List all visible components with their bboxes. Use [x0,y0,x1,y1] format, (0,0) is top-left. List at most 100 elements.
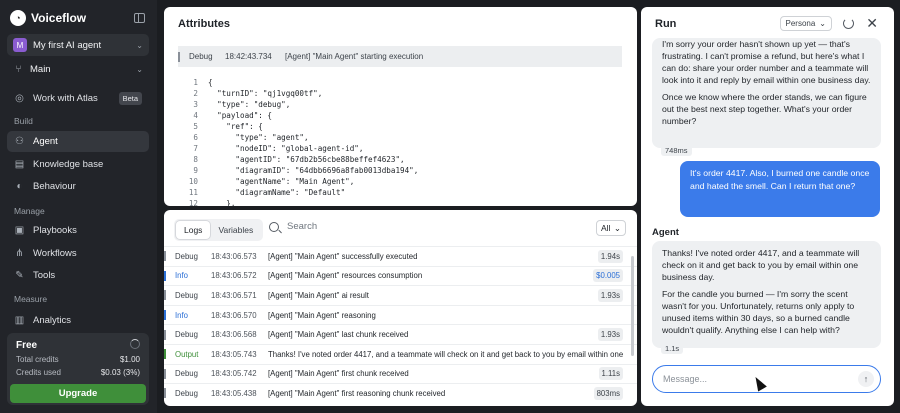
agent-message-paragraph: I'm sorry your order hasn't shown up yet… [662,39,871,85]
sidebar-item-label: Behaviour [33,181,76,192]
persona-label: Persona [785,19,816,28]
log-filter-select[interactable]: All ⌄ [596,220,626,236]
sidebar-item-label: Knowledge base [33,159,104,170]
log-time: 18:43:05.438 [211,388,257,398]
search-input[interactable]: Search [287,221,317,232]
sidebar-item-label: Playbooks [33,225,77,236]
persona-select[interactable]: Persona ⌄ [779,16,832,31]
log-row[interactable]: Debug 18:43:06.571 [Agent] "Main Agent" ai… [164,285,637,305]
log-row[interactable]: Debug 18:43:06.573 [Agent] "Main Agent" su… [164,246,637,266]
level-indicator [164,368,166,379]
total-credits-row: Total credits $1.00 [16,355,140,364]
log-row[interactable]: Debug 18:43:05.742 [Agent] "Main Agent" fi… [164,363,637,384]
line-number: 12 [188,199,198,207]
upgrade-button[interactable]: Upgrade [10,384,146,403]
log-message: [Agent] "Main Agent" first reasoning chu… [268,388,446,398]
log-row[interactable]: Debug 18:43:06.568 [Agent] "Main Agent" la… [164,324,637,344]
sidebar-item-workflows[interactable]: ⋔ Workflows [7,243,149,264]
log-time: 18:43:06.573 [211,251,257,261]
agent-message-paragraph: Once we know where the order stands, we … [662,92,867,126]
line-number: 2 [193,89,198,98]
log-row[interactable]: Debug 18:43:05.438 [Agent] "Main Agent" fi… [164,383,637,403]
sidebar-item-work-with-atlas[interactable]: ◎ Work with Atlas Beta [7,88,149,109]
sidebar-item-knowledge-base[interactable]: ▤ Knowledge base [7,154,149,175]
code-text: { [208,78,213,87]
log-message: [Agent] "Main Agent" last chunk received [268,330,409,340]
log-row[interactable]: Output 18:43:05.743 Thanks! I've noted ord… [164,344,637,364]
code-line: 10 "agentName": "Main Agent", [178,176,622,187]
sidebar-item-analytics[interactable]: ▥ Analytics [7,310,149,331]
chevron-down-icon: ⌄ [136,40,143,50]
level-indicator [164,270,166,281]
line-number: 5 [193,122,198,131]
environment-selector[interactable]: ⑂ Main ⌄ [7,58,149,80]
tab-variables[interactable]: Variables [210,221,261,239]
agent-label: Agent [652,227,679,238]
section-label-manage: Manage [14,206,45,216]
log-search[interactable]: Search [269,221,317,232]
duration-badge: $0.005 [593,269,623,283]
code-line: 3 "type": "debug", [178,99,622,110]
playbook-icon: ▣ [14,225,25,236]
log-time: 18:43:05.743 [211,349,257,359]
log-time: 18:43:06.572 [211,271,257,281]
line-number: 7 [193,144,198,153]
code-text: "payload": { [208,111,273,120]
level-indicator [164,349,166,360]
log-filter-value: All [601,223,611,233]
level-indicator [164,329,166,340]
user-message: It's order 4417. Also, I burned one cand… [680,161,880,217]
log-level: Debug [175,330,198,340]
code-line: 1{ [178,77,622,88]
log-level: Info [175,271,189,281]
sidebar-item-agent[interactable]: ⚇ Agent [7,131,149,152]
line-number: 3 [193,100,198,109]
log-row[interactable]: Info 18:43:06.572 [Agent] "Main Agent" res… [164,265,637,286]
code-line: 4 "payload": { [178,110,622,121]
run-title: Run [655,18,677,30]
code-line: 12 }, [178,198,622,207]
brand[interactable]: ◔ Voiceflow [10,10,86,26]
sidebar-item-tools[interactable]: ✎ Tools [7,265,149,286]
log-scrollbar[interactable] [631,256,634,356]
sidebar-item-label: Analytics [33,315,72,326]
chart-icon: ▥ [14,315,25,326]
json-code-block[interactable]: 1{2 "turnID": "qj1vgq00tf", 3 "type": "de… [178,77,622,207]
message-input[interactable]: Message... ↑ [652,365,881,393]
branch-icon: ⑂ [15,63,22,75]
code-line: 11 "diagramName": "Default" [178,187,622,198]
attributes-panel: Attributes Debug 18:42:43.734 [Agent] "M… [164,7,637,207]
sidebar-item-playbooks[interactable]: ▣ Playbooks [7,220,149,241]
code-text: }, [208,199,236,207]
close-icon[interactable]: ✕ [866,16,878,30]
log-time: 18:43:06.568 [211,330,257,340]
logs-tabs: Logs Variables [174,219,264,241]
log-level: Debug [189,52,213,61]
workflow-icon: ⋔ [15,248,24,259]
tab-logs[interactable]: Logs [176,221,211,239]
project-name: My first AI agent [33,39,102,51]
sidebar-item-behaviour[interactable]: ◐ Behaviour [7,176,149,197]
code-text: "diagramName": "Default" [208,188,346,197]
logs-panel: Logs Variables Search All ⌄ Debug 18:43:0… [164,210,637,406]
code-text: "turnID": "qj1vgq00tf", [208,89,323,98]
project-selector[interactable]: M My first AI agent ⌄ [7,34,149,56]
log-level: Debug [175,388,198,398]
line-number: 9 [193,166,198,175]
line-number: 10 [188,177,198,186]
brand-name: Voiceflow [31,11,87,25]
log-time: 18:43:06.570 [211,310,257,320]
level-indicator [164,251,166,262]
log-row[interactable]: Info 18:43:06.570 [Agent] "Main Agent" rea… [164,304,637,325]
beta-badge: Beta [118,92,142,105]
wrench-icon: ✎ [15,270,24,281]
sidebar-collapse-icon[interactable] [134,13,145,23]
section-label-measure: Measure [14,294,48,304]
duration-badge: 803ms [593,386,623,400]
log-message: Thanks! I've noted order 4417, and a tea… [268,349,624,359]
send-button[interactable]: ↑ [858,371,874,387]
log-message: [Agent] "Main Agent" reasoning [268,310,376,320]
reset-icon[interactable] [843,18,854,29]
search-icon [269,221,279,232]
log-message: [Agent] "Main Agent" resources consumpti… [268,271,423,281]
